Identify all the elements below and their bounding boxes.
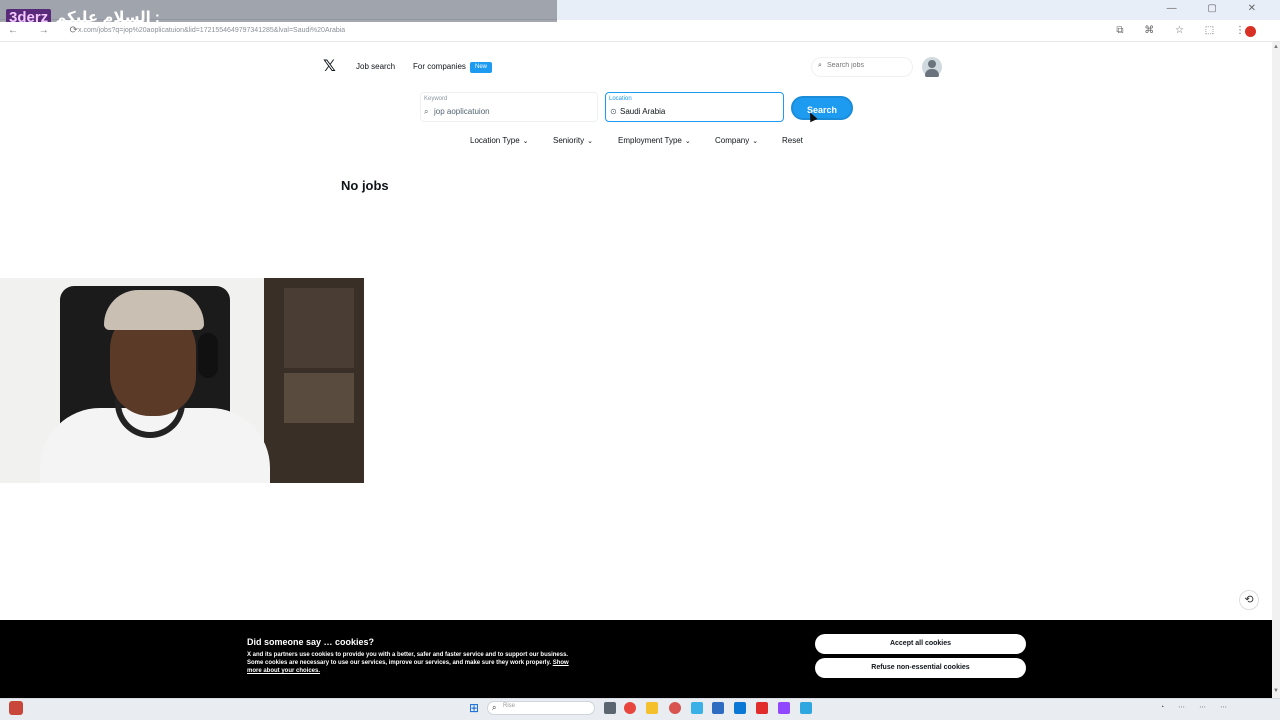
cookie-title: Did someone say … cookies? <box>247 637 375 647</box>
filter-label: Company <box>715 136 750 145</box>
windows-start-icon[interactable]: ⊞ <box>469 702 479 714</box>
app-icon-2[interactable] <box>691 702 703 714</box>
header-search-input[interactable] <box>827 62 907 69</box>
keyword-input[interactable]: jop aoplicatuion <box>434 107 490 116</box>
taskbar-search-input[interactable]: Rise <box>503 703 515 709</box>
file-explorer-icon[interactable] <box>646 702 658 714</box>
system-tray-icons[interactable]: ◔ ⋯ ⋯ ⋯ <box>1160 703 1233 711</box>
avatar-body-shape <box>925 69 939 77</box>
webcam-headset <box>198 333 218 378</box>
scroll-down-icon[interactable]: ▼ <box>1273 688 1279 694</box>
filter-label: Seniority <box>553 136 585 145</box>
filter-location-type[interactable]: Location Type ⌄ <box>470 136 529 145</box>
chevron-down-icon: ⌄ <box>752 138 759 145</box>
location-label: Location <box>609 96 632 102</box>
window-controls[interactable]: — ▢ ✕ <box>1167 3 1270 14</box>
webcam-person-cap <box>104 290 204 330</box>
browser-nav-icons[interactable]: ← → ⟳ <box>8 25 87 36</box>
cookie-banner <box>0 620 1272 698</box>
filter-seniority[interactable]: Seniority ⌄ <box>553 136 593 145</box>
app-icon-1[interactable] <box>669 702 681 714</box>
keyword-label: Keyword <box>424 96 448 102</box>
chevron-down-icon: ⌄ <box>587 138 593 145</box>
chevron-down-icon: ⌄ <box>522 138 529 145</box>
nav-for-companies[interactable]: For companies <box>413 62 466 71</box>
youtube-icon[interactable] <box>756 702 768 714</box>
store-icon[interactable] <box>712 702 724 714</box>
accept-cookies-button[interactable]: Accept all cookies <box>815 634 1026 654</box>
results-title: No jobs <box>341 178 389 193</box>
refuse-cookies-button[interactable]: Refuse non-essential cookies <box>815 658 1026 678</box>
reset-filters-button[interactable]: Reset <box>782 136 803 145</box>
taskbar <box>0 698 1280 720</box>
weather-widget-icon[interactable] <box>9 701 23 715</box>
webcam-shelf-upper <box>284 288 354 368</box>
filter-label: Employment Type <box>618 136 682 145</box>
scrollbar[interactable] <box>1272 42 1280 698</box>
browser-profile-icon[interactable] <box>1245 26 1256 37</box>
browser-toolbar-icons[interactable]: ⧉ ⌘ ☆ ⬚ ⋮ <box>1116 25 1254 36</box>
cookie-body: X and its partners use cookies to provid… <box>247 652 569 666</box>
app-icon-3[interactable] <box>778 702 790 714</box>
search-icon: ⌕ <box>818 62 822 69</box>
search-icon: ⌕ <box>424 107 429 116</box>
chevron-down-icon: ⌄ <box>684 138 691 145</box>
address-url[interactable]: x.com/jobs?q=jop%20aoplicatuion&lid=1721… <box>78 27 345 34</box>
refresh-icon[interactable]: ⟲ <box>1239 590 1259 610</box>
webcam-overlay <box>0 278 364 483</box>
mail-icon[interactable] <box>734 702 746 714</box>
nav-job-search[interactable]: Job search <box>356 62 395 71</box>
app-icon-4[interactable] <box>800 702 812 714</box>
x-logo-icon[interactable]: 𝕏 <box>323 59 339 75</box>
new-badge: New <box>470 62 493 73</box>
filter-label: Location Type <box>470 136 520 145</box>
task-view-icon[interactable] <box>604 702 616 714</box>
cookie-text: X and its partners use cookies to provid… <box>247 651 577 675</box>
avatar-head-shape <box>928 60 936 68</box>
search-button[interactable]: Search <box>791 96 853 120</box>
filter-company[interactable]: Company ⌄ <box>715 136 758 145</box>
webcam-shelf-lower <box>284 373 354 423</box>
location-pin-icon: ⊙ <box>610 107 617 116</box>
search-icon: ⌕ <box>492 703 497 712</box>
scroll-up-icon[interactable]: ▲ <box>1273 44 1279 50</box>
filter-employment-type[interactable]: Employment Type ⌄ <box>618 136 691 145</box>
location-input[interactable]: Saudi Arabia <box>620 107 665 116</box>
chrome-icon[interactable] <box>624 702 636 714</box>
